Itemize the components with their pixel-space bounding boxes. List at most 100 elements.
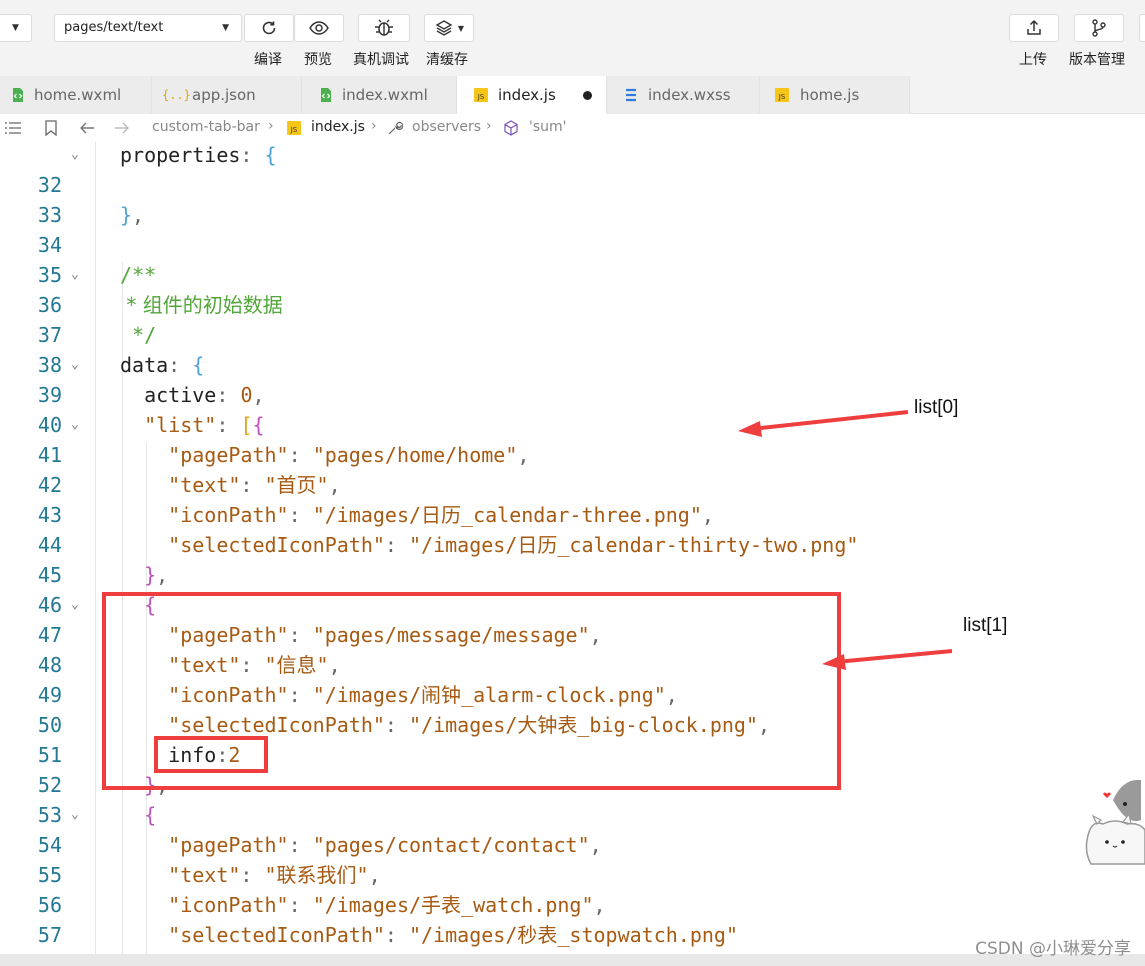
- code-text: "selectedIconPath": "/images/秒表_stopwatc…: [168, 923, 738, 947]
- tab-index-wxss[interactable]: index.wxss: [607, 76, 760, 114]
- caret-down-icon: ▼: [12, 23, 19, 33]
- remote-debug-button[interactable]: [358, 14, 410, 42]
- code-line: 42 "pagePath": "pages/home/home",: [0, 440, 1145, 497]
- toolbar: ▼ pages/text/text ▼ 编译 预览 真机调试 ▼ 清缓存 上传 …: [0, 0, 1145, 76]
- js-icon: JS: [775, 88, 789, 102]
- chevron-right-icon: ›: [371, 118, 377, 134]
- tab-app-json[interactable]: {..} app.json: [152, 76, 302, 114]
- code-text: data: {: [120, 353, 205, 377]
- code-line: 43 "text": "首页",: [0, 470, 1145, 527]
- wrench-icon: [388, 121, 403, 135]
- clear-cache-button[interactable]: ▼: [424, 14, 474, 42]
- tab-index-wxml[interactable]: index.wxml: [302, 76, 457, 114]
- breadcrumb-symbol[interactable]: observers: [412, 119, 481, 135]
- code-line: 40 active: 0,: [0, 380, 1145, 437]
- code-line: 55 "pagePath": "pages/contact/contact",: [0, 830, 1145, 887]
- code-line: 45 "selectedIconPath": "/images/日历_calen…: [0, 530, 1145, 587]
- preview-button[interactable]: [294, 14, 344, 42]
- breadcrumb-folder[interactable]: custom-tab-bar: [152, 119, 260, 135]
- fold-chevron-icon[interactable]: ⌄: [71, 590, 79, 620]
- code-line: 32 ⌄ properties: {: [0, 142, 1145, 197]
- wxml-icon: [321, 88, 331, 102]
- code-line: 38 */: [0, 320, 1145, 377]
- tab-label: home.wxml: [34, 86, 122, 104]
- cat-sticker-image: [1085, 779, 1145, 865]
- list-icon[interactable]: [4, 120, 22, 136]
- code-line: 39 ⌄ data: {: [0, 350, 1145, 407]
- code-text: "selectedIconPath": "/images/日历_calendar…: [168, 533, 859, 557]
- editor-tab-bar: home.wxml {..} app.json index.wxml JS in…: [0, 76, 1145, 114]
- js-icon: JS: [474, 88, 488, 102]
- fold-chevron-icon[interactable]: ⌄: [71, 260, 79, 290]
- more-button[interactable]: [1139, 14, 1145, 42]
- upload-button[interactable]: [1009, 14, 1059, 42]
- version-mgmt-button[interactable]: [1074, 14, 1124, 42]
- back-arrow-icon[interactable]: [78, 120, 96, 136]
- horizontal-scrollbar[interactable]: [0, 954, 1145, 966]
- unsaved-dot-icon[interactable]: [583, 91, 592, 100]
- code-line: 46 },: [0, 560, 1145, 617]
- compile-label: 编译: [254, 52, 282, 68]
- chevron-right-icon: ›: [268, 118, 274, 134]
- clear-cache-label: 清缓存: [426, 52, 468, 68]
- code-text: {: [144, 803, 157, 827]
- code-text: },: [144, 563, 169, 587]
- tab-label: index.wxss: [648, 86, 731, 104]
- code-text: "text": "首页",: [168, 473, 341, 497]
- upload-icon: [1027, 19, 1041, 35]
- cube-icon: [504, 120, 518, 136]
- compile-button[interactable]: [244, 14, 294, 42]
- code-line: 44 "iconPath": "/images/日历_calendar-thre…: [0, 500, 1145, 557]
- breadcrumb-member[interactable]: 'sum': [529, 119, 567, 135]
- comment-text: /**: [120, 263, 157, 287]
- caret-down-icon: ▼: [457, 23, 465, 33]
- code-line: 37 * 组件的初始数据: [0, 290, 1145, 347]
- page-path-select[interactable]: pages/text/text ▼: [54, 14, 242, 42]
- code-line: 58 "selectedIconPath": "/images/秒表_stopw…: [0, 920, 1145, 954]
- tab-home-js[interactable]: JS home.js: [760, 76, 910, 114]
- version-mgmt-label: 版本管理: [1069, 52, 1125, 68]
- breadcrumb-file[interactable]: index.js: [311, 119, 365, 135]
- preview-label: 预览: [304, 52, 332, 68]
- fold-chevron-icon[interactable]: ⌄: [71, 410, 79, 440]
- code-line: 56 "text": "联系我们",: [0, 860, 1145, 917]
- bookmark-icon[interactable]: [44, 120, 58, 136]
- js-icon: JS: [287, 121, 301, 135]
- tab-label: index.js: [498, 86, 556, 104]
- layers-icon: [435, 20, 453, 36]
- code-line: 36 ⌄ /**: [0, 260, 1145, 317]
- code-editor[interactable]: 32 ⌄ properties: { 33 34 }, 35 36 ⌄ /** …: [0, 142, 1145, 954]
- remote-debug-label: 真机调试: [353, 52, 409, 68]
- fold-chevron-icon[interactable]: ⌄: [71, 142, 79, 170]
- comment-text: * 组件的初始数据: [120, 293, 283, 317]
- eye-icon: [309, 21, 329, 35]
- tab-index-js[interactable]: JS index.js: [457, 76, 607, 114]
- refresh-icon: [262, 21, 276, 35]
- info-highlight-box: [154, 736, 268, 773]
- code-text: "text": "联系我们",: [168, 863, 381, 887]
- branch-icon: [1092, 19, 1106, 37]
- code-line: 35: [0, 230, 1145, 287]
- tab-label: app.json: [192, 86, 256, 104]
- code-text: active: 0,: [144, 383, 265, 407]
- code-text: "pagePath": "pages/contact/contact",: [168, 833, 602, 857]
- code-line: 57 "iconPath": "/images/手表_watch.png",: [0, 890, 1145, 947]
- code-line: 54 ⌄ {: [0, 800, 1145, 857]
- code-line: 33: [0, 170, 1145, 227]
- tab-home-wxml[interactable]: home.wxml: [0, 76, 152, 114]
- svg-text:JS: JS: [290, 126, 298, 134]
- fold-chevron-icon[interactable]: ⌄: [71, 800, 79, 830]
- tab-label: home.js: [800, 86, 860, 104]
- upload-label: 上传: [1019, 52, 1047, 68]
- code-text: "iconPath": "/images/手表_watch.png",: [168, 893, 606, 917]
- menu-dropdown-button[interactable]: ▼: [0, 14, 32, 42]
- css-icon: [626, 88, 636, 102]
- bug-icon: [375, 19, 393, 36]
- fold-chevron-icon[interactable]: ⌄: [71, 350, 79, 380]
- code-text: },: [120, 203, 145, 227]
- code-text: "iconPath": "/images/日历_calendar-three.p…: [168, 503, 714, 527]
- forward-arrow-icon[interactable]: [113, 120, 131, 136]
- comment-text: */: [120, 323, 157, 347]
- svg-text:JS: JS: [477, 93, 485, 101]
- code-line: 34 },: [0, 200, 1145, 257]
